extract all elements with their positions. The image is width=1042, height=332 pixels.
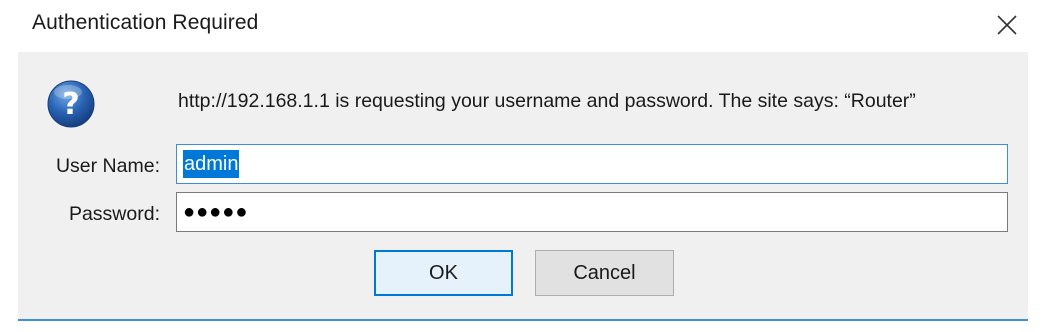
ok-button[interactable]: OK <box>374 250 513 296</box>
password-value: ●●●●● <box>183 201 249 223</box>
password-label: Password: <box>68 203 160 225</box>
auth-message: http://192.168.1.1 is requesting your us… <box>178 90 916 112</box>
svg-text:?: ? <box>62 87 79 122</box>
password-input[interactable]: ●●●●● <box>176 192 1008 232</box>
close-icon <box>997 15 1017 35</box>
bottom-border <box>18 319 1028 321</box>
username-value: admin <box>183 150 240 178</box>
close-button[interactable] <box>990 8 1024 42</box>
username-input[interactable]: admin <box>176 144 1008 184</box>
username-label: User Name: <box>55 155 160 177</box>
title-bar: Authentication Required <box>0 0 1042 52</box>
auth-dialog: Authentication Required ? http://192.168… <box>0 0 1042 332</box>
question-icon: ? <box>47 80 95 128</box>
cancel-button[interactable]: Cancel <box>535 250 674 296</box>
dialog-title: Authentication Required <box>32 11 259 34</box>
